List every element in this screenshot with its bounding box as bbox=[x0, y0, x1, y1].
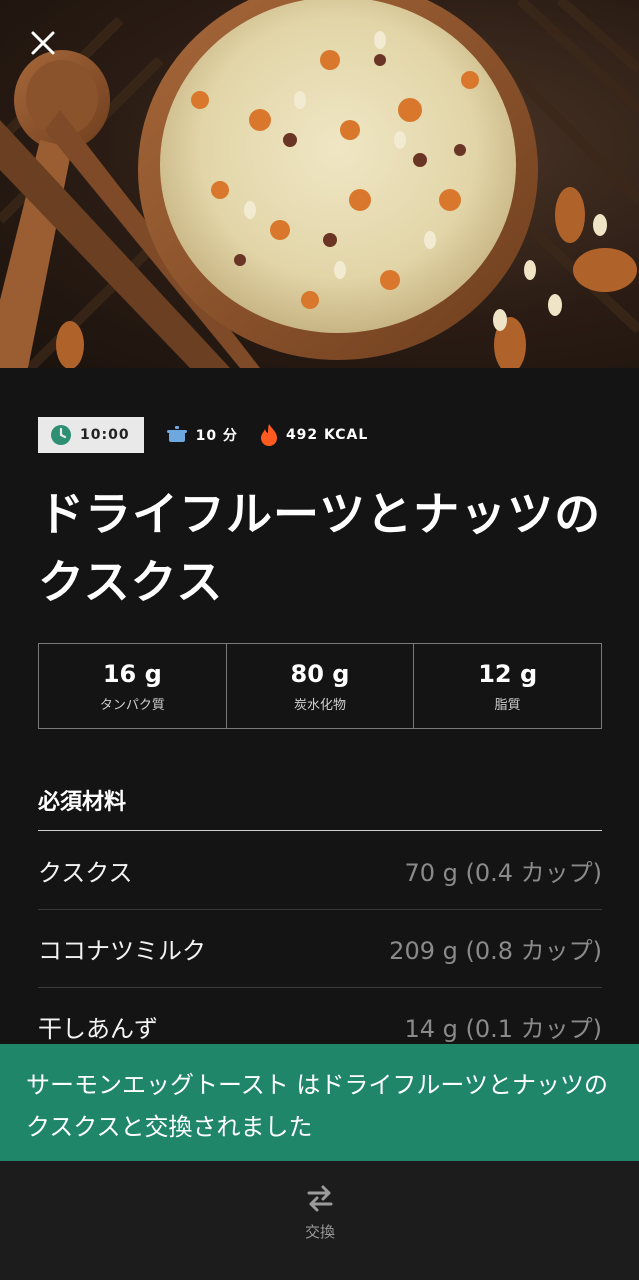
clock-icon bbox=[51, 425, 71, 445]
macro-protein: 16 g タンパク質 bbox=[39, 644, 226, 728]
meal-time-value: 10:00 bbox=[80, 427, 130, 443]
macro-carbs: 80 g 炭水化物 bbox=[225, 644, 414, 728]
swap-button[interactable]: 交換 bbox=[280, 1183, 360, 1253]
flame-icon bbox=[260, 424, 277, 446]
ingredients-heading: 必須材料 bbox=[38, 790, 127, 815]
macro-value: 16 g bbox=[102, 659, 162, 688]
ingredient-row[interactable]: ココナツミルク 209 g (0.8 カップ) bbox=[38, 910, 602, 988]
close-button[interactable] bbox=[30, 30, 70, 70]
pot-icon bbox=[166, 426, 187, 442]
recipe-title: ドライフルーツとナッツのクスクス bbox=[38, 487, 602, 609]
macro-label: 炭水化物 bbox=[294, 697, 347, 713]
swap-icon bbox=[307, 1185, 333, 1212]
meal-time-chip[interactable]: 10:00 bbox=[38, 417, 144, 453]
ingredient-name: クスクス bbox=[38, 859, 133, 887]
recipe-hero-image bbox=[0, 0, 639, 368]
ingredient-quantity: 14 g (0.1 カップ) bbox=[404, 1015, 602, 1043]
toast-message: サーモンエッグトースト はドライフルーツとナッツのクスクスと交換されました bbox=[26, 1071, 608, 1141]
macro-label: 脂質 bbox=[494, 697, 521, 713]
bottom-action-bar: 交換 bbox=[0, 1161, 639, 1280]
macro-label: タンパク質 bbox=[99, 697, 165, 713]
macro-value: 12 g bbox=[478, 659, 538, 688]
couscous-bowl-illustration bbox=[0, 0, 639, 368]
divider bbox=[38, 830, 602, 831]
macros-table: 16 g タンパク質 80 g 炭水化物 12 g 脂質 bbox=[38, 643, 602, 729]
cook-time-value: 10 分 bbox=[195, 428, 238, 444]
swap-confirmation-toast: サーモンエッグトースト はドライフルーツとナッツのクスクスと交換されました bbox=[0, 1044, 639, 1161]
ingredient-name: ココナツミルク bbox=[38, 937, 206, 965]
ingredient-name: 干しあんず bbox=[38, 1015, 158, 1043]
calories-value: 492 KCAL bbox=[285, 427, 369, 443]
cook-time: 10 分 bbox=[166, 425, 238, 445]
close-icon bbox=[31, 31, 55, 55]
ingredient-quantity: 209 g (0.8 カップ) bbox=[389, 937, 602, 965]
ingredient-quantity: 70 g (0.4 カップ) bbox=[404, 859, 602, 887]
swap-label: 交換 bbox=[304, 1223, 335, 1241]
recipe-meta-row: 10:00 10 分 492 KCAL bbox=[38, 417, 368, 453]
calories: 492 KCAL bbox=[260, 423, 368, 447]
macro-fat: 12 g 脂質 bbox=[413, 644, 601, 728]
macro-value: 80 g bbox=[290, 659, 350, 688]
ingredient-row[interactable]: クスクス 70 g (0.4 カップ) bbox=[38, 832, 602, 910]
